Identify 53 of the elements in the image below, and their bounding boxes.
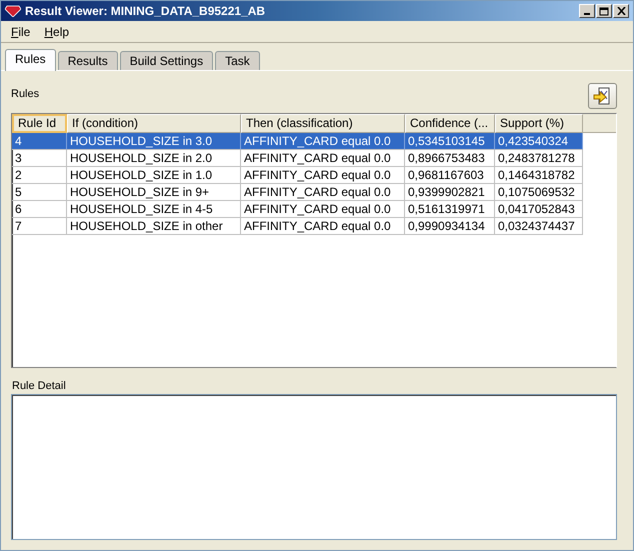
export-icon <box>592 86 612 106</box>
export-button[interactable] <box>588 83 617 109</box>
table-cell: 0,2483781278 <box>495 150 583 167</box>
rule-detail-area[interactable] <box>11 394 617 540</box>
window-title: Result Viewer: MINING_DATA_B95221_AB <box>25 4 266 18</box>
table-cell: 0,423540324 <box>495 133 583 150</box>
table-cell: 0,9681167603 <box>405 167 495 184</box>
table-cell: 7 <box>12 218 67 235</box>
table-cell: AFFINITY_CARD equal 0.0 <box>241 150 405 167</box>
column-header[interactable]: If (condition) <box>67 114 241 133</box>
table-cell: 0,9990934134 <box>405 218 495 235</box>
column-header[interactable]: Then (classification) <box>241 114 405 133</box>
table-cell: HOUSEHOLD_SIZE in other <box>67 218 241 235</box>
table-cell: AFFINITY_CARD equal 0.0 <box>241 133 405 150</box>
table-cell: 2 <box>12 167 67 184</box>
table-cell: AFFINITY_CARD equal 0.0 <box>241 184 405 201</box>
section-label: Rules <box>11 88 40 102</box>
close-button[interactable] <box>613 4 629 18</box>
table-cell: 0,1464318782 <box>495 167 583 184</box>
menu-item[interactable]: Help <box>44 25 70 39</box>
tab[interactable]: Build Settings <box>120 51 214 70</box>
section-label: Rule Detail <box>11 380 67 392</box>
table-cell: 6 <box>12 201 67 218</box>
table-cell: HOUSEHOLD_SIZE in 2.0 <box>67 150 241 167</box>
minimize-button[interactable] <box>579 4 595 18</box>
tab[interactable]: Rules <box>5 49 56 71</box>
maximize-icon <box>599 6 609 16</box>
table-cell: 0,0324374437 <box>495 218 583 235</box>
table-cell: AFFINITY_CARD equal 0.0 <box>241 167 405 184</box>
table-cell: 0,5161319971 <box>405 201 495 218</box>
table-cell: 0,0417052843 <box>495 201 583 218</box>
column-header[interactable]: Confidence (... <box>405 114 495 133</box>
table-cell: HOUSEHOLD_SIZE in 3.0 <box>67 133 241 150</box>
tab[interactable]: Task <box>215 51 260 70</box>
table-cell: 0,9399902821 <box>405 184 495 201</box>
column-header[interactable]: Rule Id <box>12 114 67 133</box>
menu-item[interactable]: File <box>11 25 30 39</box>
table-cell: 0,1075069532 <box>495 184 583 201</box>
table-cell: HOUSEHOLD_SIZE in 1.0 <box>67 167 241 184</box>
maximize-button[interactable] <box>596 4 612 18</box>
table-cell: AFFINITY_CARD equal 0.0 <box>241 201 405 218</box>
table-cell: 5 <box>12 184 67 201</box>
table-cell: 3 <box>12 150 67 167</box>
gem-icon <box>5 5 21 17</box>
column-header[interactable]: Support (%) <box>495 114 583 133</box>
table-cell: 0,5345103145 <box>405 133 495 150</box>
close-icon <box>616 7 626 15</box>
table-cell: HOUSEHOLD_SIZE in 4-5 <box>67 201 241 218</box>
table-cell: AFFINITY_CARD equal 0.0 <box>241 218 405 235</box>
table-cell: HOUSEHOLD_SIZE in 9+ <box>67 184 241 201</box>
tab[interactable]: Results <box>58 51 118 70</box>
table-cell: 4 <box>12 133 67 150</box>
table-cell: 0,8966753483 <box>405 150 495 167</box>
